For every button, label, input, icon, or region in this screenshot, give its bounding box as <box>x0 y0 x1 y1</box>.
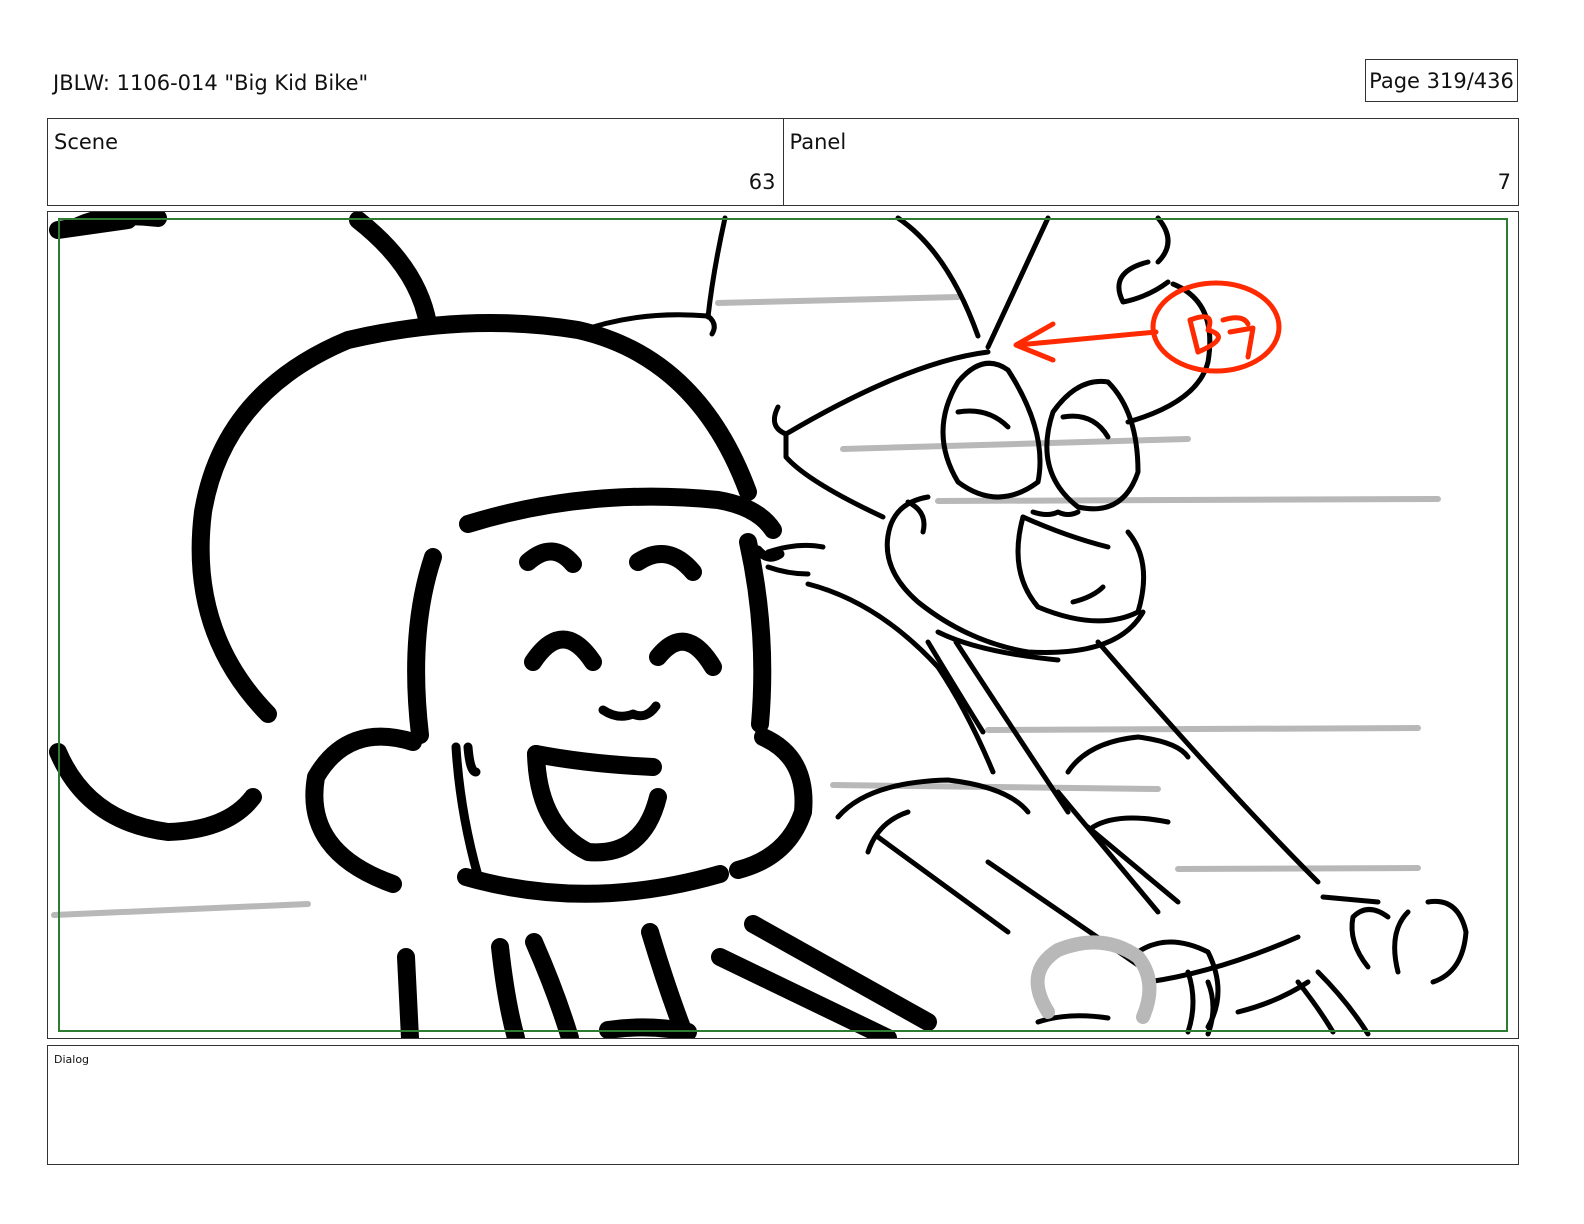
front-kid-drawing <box>49 212 937 1038</box>
storyboard-sketch: BG <box>49 212 1508 1038</box>
front-kid-details <box>451 545 785 881</box>
bg-note-text: BG <box>1189 303 1243 343</box>
panel-cell: Panel 7 <box>782 119 1519 205</box>
dialog-box: Dialog <box>47 1045 1519 1165</box>
storyboard-panel: BG <box>47 211 1519 1039</box>
panel-label: Panel <box>789 130 847 154</box>
panel-number: 7 <box>1497 170 1511 194</box>
scene-cell: Scene 63 <box>48 119 783 205</box>
safe-frame <box>58 218 1508 1032</box>
document-title: JBLW: 1106-014 "Big Kid Bike" <box>53 71 369 95</box>
bike-wheel-sketch <box>1030 935 1157 1024</box>
scene-label: Scene <box>54 130 119 154</box>
scene-number: 63 <box>748 170 776 194</box>
page-indicator: Page 319/436 <box>1365 59 1518 102</box>
scene-panel-info: Scene 63 Panel 7 <box>47 118 1519 206</box>
dialog-label: Dialog <box>54 1053 90 1066</box>
